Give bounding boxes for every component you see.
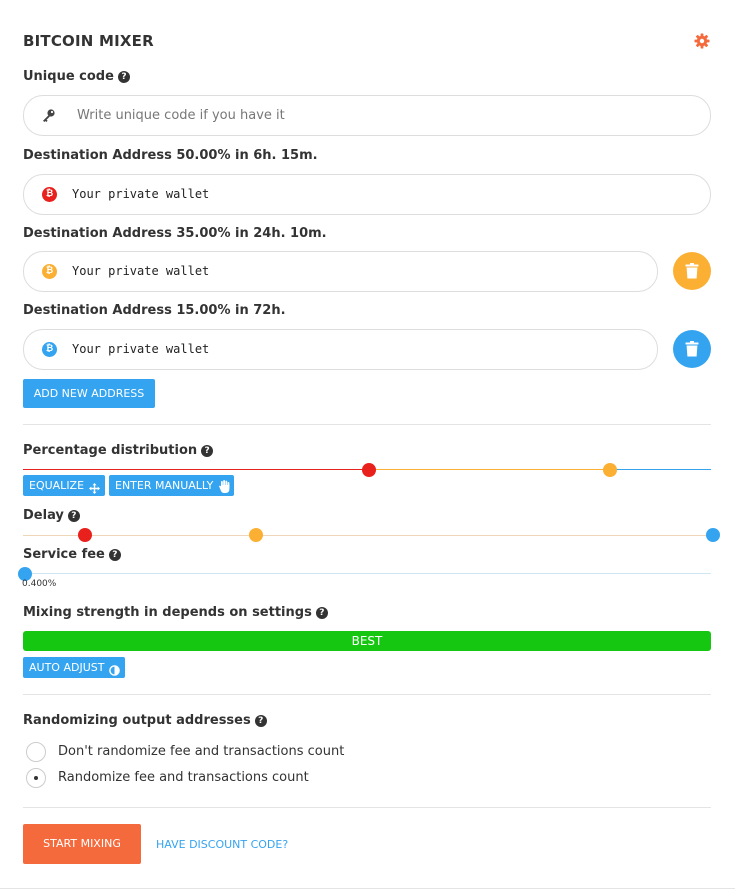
address-1-input[interactable]: Your private wallet bbox=[72, 175, 209, 214]
delay-track bbox=[23, 535, 711, 536]
bitcoin-icon: ₿ bbox=[42, 342, 57, 357]
bitcoin-icon: ₿ bbox=[42, 264, 57, 279]
equalize-button[interactable]: EQUALIZE bbox=[23, 475, 105, 496]
key-icon bbox=[41, 108, 56, 127]
address-2-field[interactable]: ₿ Your private wallet bbox=[23, 251, 658, 292]
half-circle-icon bbox=[109, 662, 120, 683]
distribution-handle-1[interactable] bbox=[362, 463, 376, 477]
strength-label: Mixing strength in depends on settings? bbox=[23, 605, 328, 620]
help-icon[interactable]: ? bbox=[108, 549, 121, 561]
auto-adjust-button[interactable]: AUTO ADJUST bbox=[23, 657, 125, 678]
distribution-label: Percentage distribution? bbox=[23, 443, 214, 458]
service-fee-track bbox=[23, 573, 711, 574]
distribution-handle-2[interactable] bbox=[603, 463, 617, 477]
bitcoin-icon: ₿ bbox=[42, 187, 57, 202]
help-icon[interactable]: ? bbox=[117, 71, 130, 83]
address-2-input[interactable]: Your private wallet bbox=[72, 252, 209, 291]
page-title: BITCOIN MIXER bbox=[23, 32, 154, 50]
help-icon[interactable]: ? bbox=[254, 715, 267, 727]
help-icon[interactable]: ? bbox=[201, 445, 214, 457]
divider bbox=[23, 424, 711, 425]
enter-manually-button[interactable]: ENTER MANUALLY bbox=[109, 475, 234, 496]
move-arrows-icon bbox=[89, 480, 100, 501]
radio-label-randomize: Randomize fee and transactions count bbox=[58, 770, 309, 785]
strength-bar: BEST bbox=[23, 631, 711, 651]
address-3-label: Destination Address 15.00% in 72h. bbox=[23, 303, 286, 318]
radio-label-no-randomize: Don't randomize fee and transactions cou… bbox=[58, 744, 345, 759]
help-icon[interactable]: ? bbox=[315, 607, 328, 619]
divider bbox=[23, 807, 711, 808]
delete-address-2-button[interactable] bbox=[673, 252, 711, 290]
bottom-border bbox=[0, 888, 735, 889]
radio-randomize[interactable] bbox=[26, 768, 46, 788]
add-address-button[interactable]: ADD NEW ADDRESS bbox=[23, 379, 155, 408]
randomizing-label: Randomizing output addresses? bbox=[23, 713, 267, 728]
distribution-segment-3 bbox=[610, 469, 711, 470]
delay-handle-3[interactable] bbox=[706, 528, 720, 542]
distribution-segment-1 bbox=[23, 469, 369, 470]
address-2-label: Destination Address 35.00% in 24h. 10m. bbox=[23, 226, 327, 241]
trash-icon bbox=[685, 341, 699, 357]
radio-selected-dot bbox=[34, 776, 38, 780]
unique-code-field[interactable]: Write unique code if you have it bbox=[23, 95, 711, 136]
address-1-field[interactable]: ₿ Your private wallet bbox=[23, 174, 711, 215]
address-1-label: Destination Address 50.00% in 6h. 15m. bbox=[23, 148, 318, 163]
service-fee-value: 0.400% bbox=[22, 579, 57, 589]
delay-label: Delay? bbox=[23, 508, 80, 523]
hand-icon bbox=[219, 479, 230, 500]
gear-icon[interactable] bbox=[694, 33, 710, 49]
service-fee-label: Service fee? bbox=[23, 547, 121, 562]
trash-icon bbox=[685, 263, 699, 279]
distribution-segment-2 bbox=[369, 469, 610, 470]
address-3-field[interactable]: ₿ Your private wallet bbox=[23, 329, 658, 370]
help-icon[interactable]: ? bbox=[67, 510, 80, 522]
divider bbox=[23, 694, 711, 695]
radio-no-randomize[interactable] bbox=[26, 742, 46, 762]
delay-handle-2[interactable] bbox=[249, 528, 263, 542]
start-mixing-button[interactable]: START MIXING bbox=[23, 824, 141, 864]
unique-code-input[interactable]: Write unique code if you have it bbox=[77, 96, 285, 135]
unique-code-label: Unique code? bbox=[23, 69, 130, 84]
delay-handle-1[interactable] bbox=[78, 528, 92, 542]
discount-code-link[interactable]: HAVE DISCOUNT CODE? bbox=[156, 838, 288, 851]
delete-address-3-button[interactable] bbox=[673, 330, 711, 368]
address-3-input[interactable]: Your private wallet bbox=[72, 330, 209, 369]
